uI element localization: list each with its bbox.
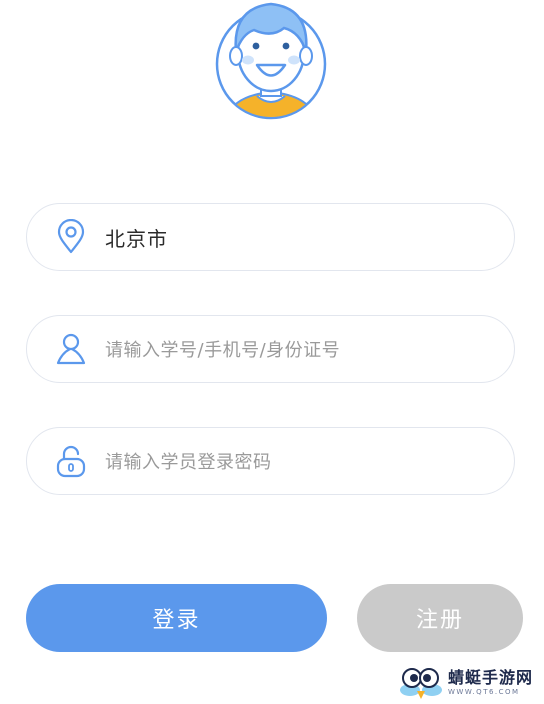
lock-icon bbox=[56, 445, 86, 478]
city-selector[interactable]: 北京市 bbox=[26, 203, 515, 271]
location-pin-icon bbox=[57, 219, 85, 254]
person-icon bbox=[56, 333, 86, 365]
login-button[interactable]: 登录 bbox=[26, 584, 327, 652]
dragonfly-logo-icon bbox=[400, 668, 442, 699]
register-button[interactable]: 注册 bbox=[357, 584, 523, 652]
username-field[interactable]: 请输入学号/手机号/身份证号 bbox=[26, 315, 515, 383]
password-field[interactable]: 请输入学员登录密码 bbox=[26, 427, 515, 495]
watermark: 蜻蜓手游网 WWW.QT6.COM bbox=[398, 664, 542, 702]
city-value: 北京市 bbox=[105, 226, 168, 251]
password-placeholder: 请输入学员登录密码 bbox=[105, 452, 272, 473]
watermark-title: 蜻蜓手游网 bbox=[448, 668, 534, 687]
username-placeholder: 请输入学号/手机号/身份证号 bbox=[105, 340, 341, 361]
watermark-url: WWW.QT6.COM bbox=[448, 688, 520, 696]
avatar bbox=[214, 0, 328, 122]
login-screen: 北京市 请输入学号/手机号/身份证号 请输入学员登录密码 登录 注册 蜻蜓手游网… bbox=[0, 0, 544, 704]
